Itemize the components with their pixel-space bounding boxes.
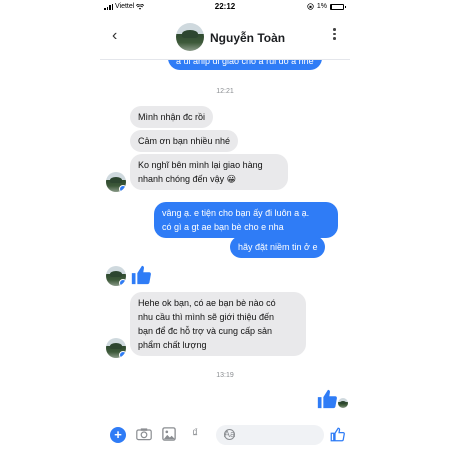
incoming-message[interactable]: Mình nhận đc rồi xyxy=(130,106,214,128)
thumbs-up-icon[interactable] xyxy=(130,264,152,286)
like-button-icon[interactable] xyxy=(330,427,345,442)
incoming-message[interactable]: Ko nghĩ bên mình lại giao hàng nhanh chó… xyxy=(130,154,288,190)
more-options-icon[interactable] xyxy=(333,28,336,40)
battery-icon xyxy=(330,3,346,10)
contact-avatar-small[interactable] xyxy=(106,172,126,192)
seen-avatar xyxy=(338,398,348,408)
incoming-message[interactable]: Cảm ơn bạn nhiều nhé xyxy=(130,130,238,152)
status-bar: Viettel 22:12 1% xyxy=(100,0,350,14)
messenger-screen: Viettel 22:12 1% ‹ Nguyễn Toàn a ui ahip… xyxy=(100,0,350,450)
message-line: nhanh chóng đến vậy 😀 xyxy=(138,174,236,184)
incoming-message[interactable]: Hehe ok bạn, có ae bạn bè nào có nhu cầu… xyxy=(130,292,306,356)
contact-avatar-small[interactable] xyxy=(106,338,126,358)
contact-avatar[interactable] xyxy=(176,23,204,51)
payment-icon[interactable]: ₫ xyxy=(192,426,198,440)
message-line: có gì a gt ae bạn bè cho e nha xyxy=(162,222,284,232)
composer-bar: + ₫ Aa xyxy=(100,420,350,450)
message-list: a ui ahip đi giao cho a rùi đó a nhé 12:… xyxy=(100,54,350,420)
message-line: bạn để đc hỗ trợ và cung cấp sản xyxy=(138,326,272,336)
message-line: phẩm chất lượng xyxy=(138,340,207,350)
camera-icon[interactable] xyxy=(136,427,152,441)
timestamp: 13:19 xyxy=(216,372,234,379)
contact-name[interactable]: Nguyễn Toàn xyxy=(210,31,285,45)
contact-avatar-small[interactable] xyxy=(106,266,126,286)
back-chevron-icon[interactable]: ‹ xyxy=(112,28,117,44)
outgoing-message[interactable]: hãy đặt niềm tin ở e xyxy=(230,236,326,258)
message-line: nhu cầu thì mình sẽ giới thiệu đến xyxy=(138,312,274,322)
thumbs-up-icon[interactable] xyxy=(316,388,338,410)
emoji-icon[interactable] xyxy=(224,429,235,440)
message-line: Ko nghĩ bên mình lại giao hàng xyxy=(138,160,263,170)
orientation-lock-icon xyxy=(307,3,314,10)
message-line: Hehe ok bạn, có ae bạn bè nào có xyxy=(138,298,276,308)
outgoing-message[interactable]: vâng ạ. e tiện cho bạn ấy đi luôn a ạ. c… xyxy=(154,202,338,238)
message-input[interactable]: Aa xyxy=(216,425,324,445)
message-line: vâng ạ. e tiện cho bạn ấy đi luôn a ạ. xyxy=(162,208,310,218)
chat-header: ‹ Nguyễn Toàn xyxy=(100,14,350,60)
gallery-icon[interactable] xyxy=(162,427,176,441)
plus-icon[interactable]: + xyxy=(110,427,126,443)
timestamp: 12:21 xyxy=(216,88,234,95)
battery-percent: 1% xyxy=(316,3,327,10)
